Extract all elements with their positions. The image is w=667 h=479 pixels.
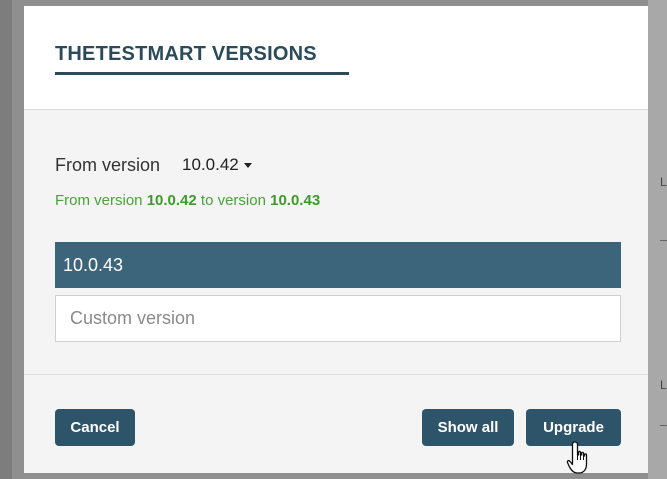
- summary-to-version: 10.0.43: [270, 192, 321, 209]
- from-version-row: From version 10.0.42: [55, 153, 252, 177]
- title-underline: [55, 72, 349, 75]
- version-option-selected[interactable]: 10.0.43: [55, 242, 621, 288]
- background-overlay-left: [0, 0, 12, 479]
- caret-down-icon: [243, 162, 252, 168]
- dialog-header: THETESTMART VERSIONS: [24, 6, 648, 110]
- background-text-fragment: L: [660, 378, 667, 392]
- background-divider: [660, 240, 667, 241]
- background-text-fragment: L: [660, 175, 667, 189]
- from-version-label: From version: [55, 154, 161, 175]
- dialog-title: THETESTMART VERSIONS: [55, 43, 317, 65]
- from-version-value: 10.0.42: [182, 155, 239, 174]
- hand-pointer-icon: [566, 441, 588, 474]
- background-divider: [660, 425, 667, 426]
- cancel-button[interactable]: Cancel: [55, 409, 135, 446]
- show-all-button[interactable]: Show all: [422, 409, 514, 446]
- versions-dialog: THETESTMART VERSIONS From version 10.0.4…: [24, 6, 648, 473]
- custom-version-input[interactable]: [55, 295, 621, 342]
- upgrade-summary: From version 10.0.42 to version 10.0.43: [55, 192, 320, 209]
- summary-from-version: 10.0.42: [146, 192, 197, 209]
- summary-middle: to version: [196, 192, 271, 209]
- from-version-dropdown[interactable]: 10.0.42: [182, 155, 252, 175]
- summary-prefix: From version: [55, 192, 147, 209]
- footer-divider: [24, 374, 648, 375]
